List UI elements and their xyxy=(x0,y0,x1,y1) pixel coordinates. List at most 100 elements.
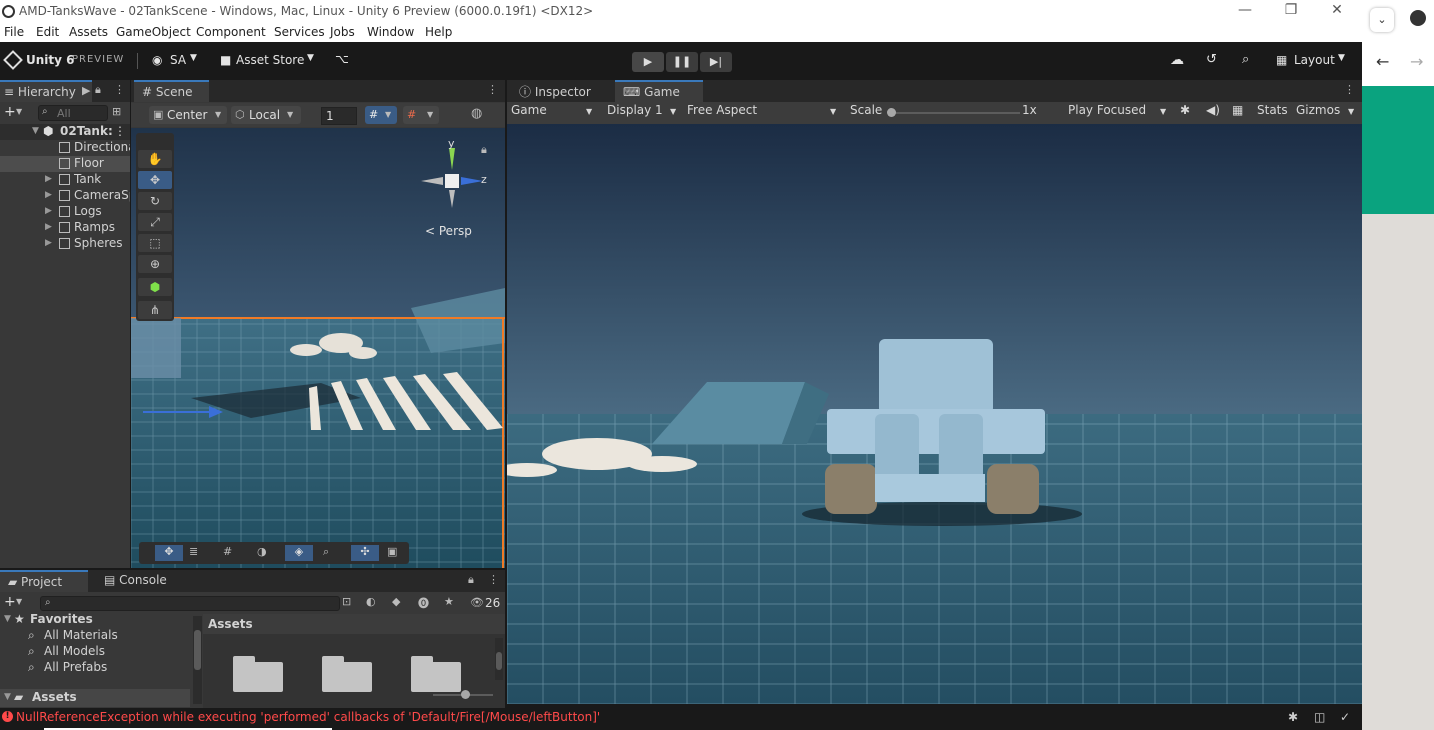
tab-hierarchy[interactable]: ≡ Hierarchy xyxy=(0,80,92,102)
forward-arrow-icon[interactable]: → xyxy=(1410,52,1423,71)
aspect-dropdown[interactable]: Free Aspect xyxy=(687,103,757,123)
chevron-down-icon[interactable]: ⌄ xyxy=(1370,8,1394,32)
editor-tool-button[interactable]: ⋔ xyxy=(138,301,172,319)
favorites-header[interactable]: Favorites xyxy=(30,612,93,626)
more-options-icon[interactable]: ⋮ xyxy=(1344,83,1355,96)
menu-edit[interactable]: Edit xyxy=(36,25,59,39)
chevron-right-icon[interactable]: ▶ xyxy=(45,174,52,184)
chevron-right-icon[interactable]: ▶ xyxy=(45,238,52,248)
menu-services[interactable]: Services xyxy=(274,25,325,39)
more-options-icon[interactable]: ⋮ xyxy=(487,83,498,96)
tab-project[interactable]: ▰ Project xyxy=(0,570,88,592)
debug-icon[interactable]: ✱ xyxy=(1288,710,1298,724)
layout-dropdown[interactable]: Layout xyxy=(1294,53,1335,67)
version-control-icon[interactable]: ⌥ xyxy=(335,52,349,66)
chevron-down-icon[interactable]: ▼ xyxy=(32,126,39,136)
scene-root-row[interactable]: ▼ ⬢ 02Tank: ⋮ xyxy=(0,124,130,140)
check-icon[interactable]: ✓ xyxy=(1340,710,1350,724)
play-mode-dropdown[interactable]: Play Focused xyxy=(1068,103,1146,123)
scale-slider-track[interactable] xyxy=(890,112,1020,114)
grid-snap-toggle[interactable]: # ▼ xyxy=(365,106,397,124)
close-button[interactable]: ✕ xyxy=(1322,2,1352,22)
lock-icon[interactable]: 🔒︎ xyxy=(481,143,487,157)
grid-scrollbar[interactable] xyxy=(495,638,503,680)
account-avatar-icon[interactable]: ◉ xyxy=(152,53,162,67)
search-icon[interactable]: ⌕ xyxy=(323,545,329,559)
list-item[interactable]: ▶ Logs xyxy=(0,204,130,220)
folder-icon[interactable] xyxy=(411,656,461,692)
eye-icon[interactable]: 👁︎ xyxy=(470,596,484,609)
star-icon[interactable]: ★ xyxy=(444,595,454,608)
move-tool-button[interactable]: ✥ xyxy=(138,171,172,189)
list-item[interactable]: ▶ CameraSp xyxy=(0,188,130,204)
project-search-input[interactable]: ⌕ xyxy=(40,596,340,611)
display-dropdown[interactable]: Display 1 xyxy=(607,103,663,123)
rotate-tool-button[interactable]: ↻ xyxy=(138,192,172,210)
more-options-icon[interactable]: ⋮ xyxy=(114,124,126,138)
transform-tool-button[interactable]: ⊕ xyxy=(138,255,172,273)
globe-icon[interactable]: ◍ xyxy=(471,106,482,121)
lock-icon[interactable]: 🔒︎ xyxy=(95,83,101,97)
hand-tool-button[interactable]: ✋ xyxy=(138,150,172,168)
github-icon[interactable] xyxy=(1410,10,1426,26)
folder-icon[interactable] xyxy=(322,656,372,692)
move-icon[interactable]: ✥ xyxy=(155,545,183,561)
chevron-right-icon[interactable]: ▶ xyxy=(45,206,52,216)
maximize-button[interactable]: ❐ xyxy=(1276,2,1306,22)
favorite-all-prefabs[interactable]: All Prefabs xyxy=(44,660,107,674)
projection-label[interactable]: < Persp xyxy=(425,224,472,238)
list-item[interactable]: Floor xyxy=(0,156,130,172)
tab-console[interactable]: ▤ Console xyxy=(96,570,176,592)
bug-icon[interactable]: ✱ xyxy=(1180,103,1190,123)
history-icon[interactable]: ↺ xyxy=(1206,52,1217,67)
scale-tool-button[interactable]: ⤢ xyxy=(138,213,172,231)
gizmos-button[interactable]: Gizmos xyxy=(1296,103,1340,123)
add-object-button[interactable]: + xyxy=(4,104,16,120)
custom-tool-button[interactable]: ⬢ xyxy=(138,278,172,296)
create-asset-button[interactable]: + xyxy=(4,594,16,610)
tab-scene[interactable]: # Scene xyxy=(134,80,209,102)
filter-type-icon[interactable]: ◐ xyxy=(366,595,376,608)
account-dropdown[interactable]: SA xyxy=(170,53,186,67)
chevron-right-icon[interactable]: ▶ xyxy=(45,222,52,232)
icon-size-slider-handle[interactable] xyxy=(461,690,470,699)
hierarchy-search-input[interactable]: ⌕ All xyxy=(38,105,108,121)
grid-size-input[interactable]: 1 xyxy=(321,107,357,125)
lock-icon[interactable]: 🔒︎ xyxy=(468,573,474,587)
menu-window[interactable]: Window xyxy=(367,25,414,39)
list-item[interactable]: ▶ Ramps xyxy=(0,220,130,236)
more-options-icon[interactable]: ⋮ xyxy=(488,573,499,586)
minimize-button[interactable]: — xyxy=(1230,2,1260,22)
list-item[interactable]: ▶ Tank xyxy=(0,172,130,188)
pause-button[interactable]: ❚❚ xyxy=(666,52,698,72)
alert-icon[interactable]: ⓿ xyxy=(418,595,429,611)
cache-icon[interactable]: ◫ xyxy=(1314,710,1325,724)
folder-icon[interactable] xyxy=(233,656,283,692)
grid-visibility-toggle[interactable]: # ▼ xyxy=(403,106,439,124)
layers-icon[interactable]: ◈ xyxy=(285,545,313,561)
tab-inspector[interactable]: ⓘ Inspector xyxy=(511,80,609,102)
stats-button[interactable]: Stats xyxy=(1257,103,1288,123)
status-error-message[interactable]: NullReferenceException while executing '… xyxy=(16,710,600,724)
game-mode-dropdown[interactable]: Game xyxy=(511,103,547,123)
favorite-all-models[interactable]: All Models xyxy=(44,644,105,658)
cloud-icon[interactable]: ☁ xyxy=(1170,52,1184,68)
camera-icon[interactable]: ▣ xyxy=(387,545,397,558)
list-item[interactable]: ▶ Spheres xyxy=(0,236,130,252)
chevron-down-icon[interactable]: ▼ xyxy=(4,614,11,624)
shading-icon[interactable]: ◑ xyxy=(257,545,267,558)
play-button[interactable]: ▶ xyxy=(632,52,664,72)
audio-icon[interactable]: ◀) xyxy=(1206,103,1220,123)
search-icon[interactable]: ⌕ xyxy=(1242,52,1249,67)
chevron-right-icon[interactable]: ▶ xyxy=(45,190,52,200)
menu-help[interactable]: Help xyxy=(425,25,452,39)
grid-scrollbar-thumb[interactable] xyxy=(496,652,502,670)
layout-grid-icon[interactable]: ▦ xyxy=(1232,103,1243,123)
back-arrow-icon[interactable]: ← xyxy=(1376,52,1389,71)
step-button[interactable]: ▶| xyxy=(700,52,732,72)
tree-scrollbar-thumb[interactable] xyxy=(194,630,201,670)
menu-file[interactable]: File xyxy=(4,25,24,39)
pivot-gizmo-icon[interactable]: ✣ xyxy=(351,545,379,561)
space-dropdown[interactable]: ⬡ Local ▼ xyxy=(231,106,301,124)
pivot-dropdown[interactable]: ▣ Center ▼ xyxy=(149,106,227,124)
